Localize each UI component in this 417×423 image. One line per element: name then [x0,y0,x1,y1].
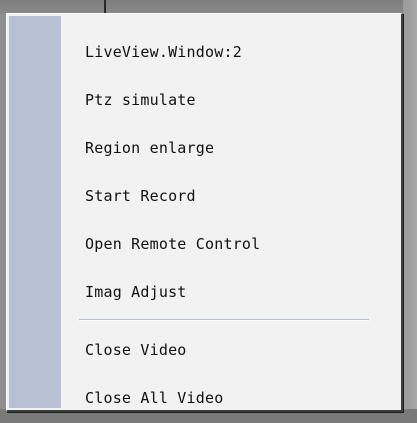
menu-icon-gutter [9,16,61,408]
menu-item-imag-adjust[interactable]: Imag Adjust [61,268,397,316]
background-divider [104,0,106,14]
menu-item-open-remote-control[interactable]: Open Remote Control [61,220,397,268]
context-menu: LiveView.Window:2 Ptz simulate Region en… [6,13,403,412]
menu-item-region-enlarge[interactable]: Region enlarge [61,124,397,172]
menu-item-start-record[interactable]: Start Record [61,172,397,220]
background-video-area [0,0,417,14]
menu-separator [61,316,397,326]
menu-item-ptz-simulate[interactable]: Ptz simulate [61,76,397,124]
menu-items-list: LiveView.Window:2 Ptz simulate Region en… [61,28,397,422]
menu-item-liveview-window[interactable]: LiveView.Window:2 [61,28,397,76]
background-video-edge [403,0,417,423]
menu-item-close-all-video[interactable]: Close All Video [61,374,397,422]
menu-item-close-video[interactable]: Close Video [61,326,397,374]
